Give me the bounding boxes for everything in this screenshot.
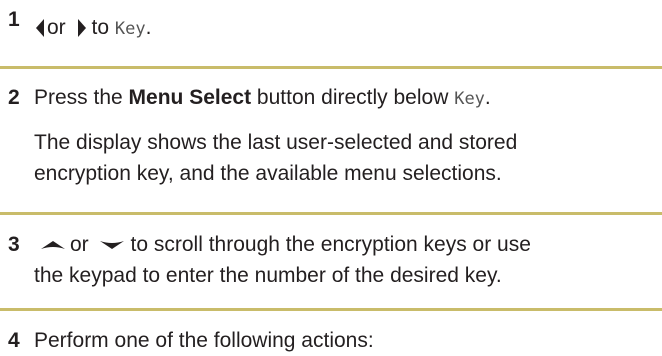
step-2-description: The display shows the last user-selected…: [34, 127, 659, 189]
step-4-instruction: Perform one of the following actions:: [34, 329, 374, 352]
key-label: Key: [454, 89, 485, 109]
step-number: 1: [8, 8, 20, 31]
step-number: 3: [8, 233, 20, 256]
step-2-instruction: Press the Menu Select button directly be…: [34, 86, 491, 111]
divider: [0, 308, 662, 311]
right-arrow-icon: [77, 19, 86, 38]
step-1-instruction: or to Key.: [34, 16, 151, 41]
step-3-line-1-rest: to scroll through the encryption keys or…: [130, 233, 531, 256]
end-punct: .: [145, 16, 152, 39]
step-3-line-1: or to scroll through the encryption keys…: [34, 229, 659, 260]
desc-line-1: The display shows the last user-selected…: [34, 131, 518, 154]
left-arrow-icon: [36, 19, 44, 38]
menu-select-label: Menu Select: [128, 86, 252, 109]
text-pre: Press the: [34, 86, 129, 109]
key-label: Key: [114, 19, 146, 39]
step-number: 4: [8, 329, 20, 352]
step-number: 2: [8, 86, 20, 109]
desc-line-2: encryption key, and the available menu s…: [34, 162, 502, 185]
step-3-instruction: or to scroll through the encryption keys…: [34, 229, 659, 291]
to-text: to: [91, 16, 110, 39]
end-punct: .: [484, 86, 491, 109]
or-text: or: [47, 16, 66, 39]
step-3-line-2: the keypad to enter the number of the de…: [34, 264, 502, 287]
divider: [0, 212, 662, 215]
down-arrow-icon: [99, 241, 124, 250]
up-arrow-icon: [41, 241, 65, 250]
divider: [0, 66, 662, 69]
text-mid: button directly below: [251, 86, 455, 109]
or-text: or: [70, 233, 89, 256]
